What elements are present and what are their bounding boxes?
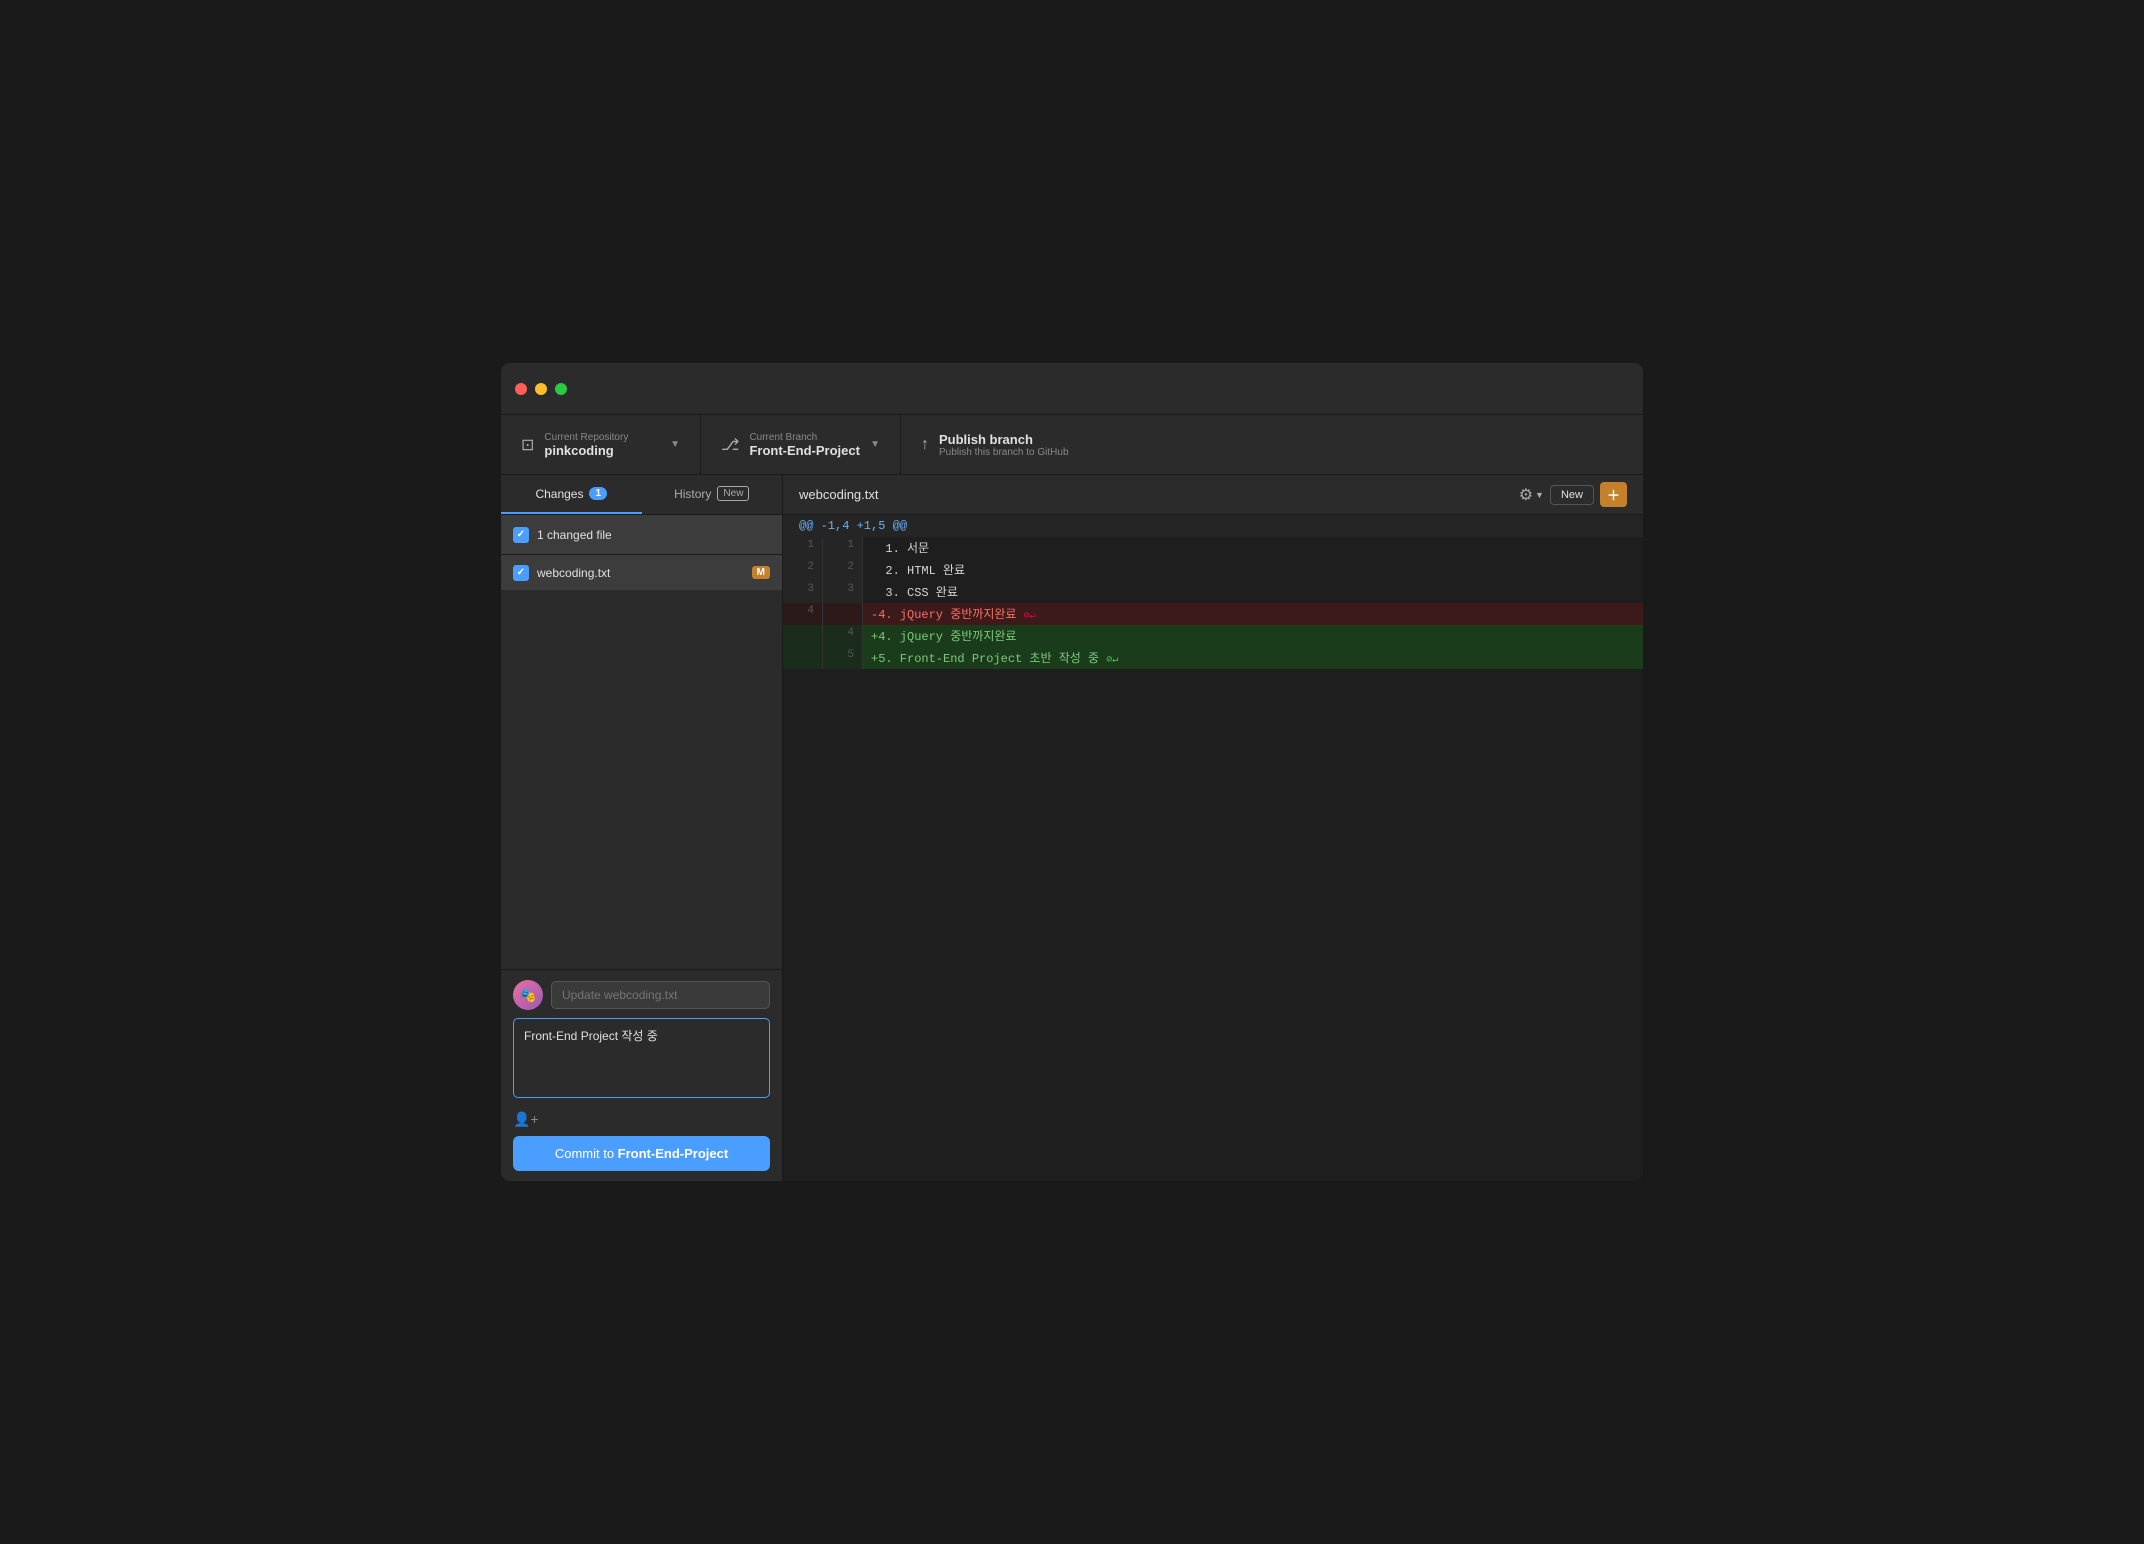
diff-line: 2 2 2. HTML 완료 <box>783 559 1643 581</box>
line-code: -4. jQuery 중반까지완료 ⊘↵ <box>863 603 1643 625</box>
diff-filename: webcoding.txt <box>799 487 879 502</box>
maximize-button[interactable] <box>555 383 567 395</box>
line-code: 2. HTML 완료 <box>863 559 1643 581</box>
settings-button[interactable]: ⚙ ▼ <box>1519 485 1544 505</box>
diff-header: webcoding.txt ⚙ ▼ New ＋ <box>783 475 1643 515</box>
settings-icon: ⚙ <box>1519 485 1533 505</box>
diff-line-added: 5 +5. Front-End Project 초반 작성 중 ⊘↵ <box>783 647 1643 669</box>
select-all-checkbox[interactable] <box>513 527 529 543</box>
diff-hunk-header: @@ -1,4 +1,5 @@ <box>783 515 1643 537</box>
new-line-num: 2 <box>823 559 863 581</box>
diff-line-removed: 4 -4. jQuery 중반까지완료 ⊘↵ <box>783 603 1643 625</box>
old-line-num: 4 <box>783 603 823 625</box>
minimize-button[interactable] <box>535 383 547 395</box>
old-line-num: 1 <box>783 537 823 559</box>
branch-dropdown-arrow: ▼ <box>870 439 880 450</box>
repository-label: Current Repository <box>544 432 628 443</box>
commit-button-prefix: Commit to <box>555 1146 618 1161</box>
commit-button-branch: Front-End-Project <box>618 1146 729 1161</box>
publish-subtitle: Publish this branch to GitHub <box>939 447 1069 458</box>
commit-footer: 👤+ <box>513 1111 770 1128</box>
commit-area: 🎭 Front-End Project 작성 중 👤+ Commit to Fr… <box>501 969 782 1181</box>
branch-icon: ⎇ <box>721 435 739 455</box>
commit-title-input[interactable] <box>551 981 770 1009</box>
tab-history-label: History <box>674 487 711 501</box>
sidebar: Changes 1 History New 1 changed file web… <box>501 475 783 1181</box>
repository-selector[interactable]: ⊡ Current Repository pinkcoding ▼ <box>501 415 701 474</box>
avatar: 🎭 <box>513 980 543 1010</box>
branch-text: Current Branch Front-End-Project <box>749 432 860 458</box>
diff-actions: ⚙ ▼ New ＋ <box>1519 482 1627 507</box>
new-line-num: 4 <box>823 625 863 647</box>
diff-panel: webcoding.txt ⚙ ▼ New ＋ @@ -1,4 +1,5 @@ <box>783 475 1643 1181</box>
repository-name: pinkcoding <box>544 443 628 458</box>
commit-button[interactable]: Commit to Front-End-Project <box>513 1136 770 1171</box>
tab-changes[interactable]: Changes 1 <box>501 475 642 514</box>
changed-files-label: 1 changed file <box>537 528 612 542</box>
top-bar: ⊡ Current Repository pinkcoding ▼ ⎇ Curr… <box>501 415 1643 475</box>
new-line-num: 3 <box>823 581 863 603</box>
sidebar-tabs: Changes 1 History New <box>501 475 782 515</box>
changes-badge: 1 <box>589 487 607 500</box>
diff-content: @@ -1,4 +1,5 @@ 1 1 1. 서문 2 2 2. HTML 완료… <box>783 515 1643 1181</box>
main-content: Changes 1 History New 1 changed file web… <box>501 475 1643 1181</box>
tab-history[interactable]: History New <box>642 475 783 514</box>
repository-text: Current Repository pinkcoding <box>544 432 628 458</box>
line-code: 3. CSS 완료 <box>863 581 1643 603</box>
old-line-num: 3 <box>783 581 823 603</box>
line-code: +5. Front-End Project 초반 작성 중 ⊘↵ <box>863 647 1643 669</box>
old-line-num: 2 <box>783 559 823 581</box>
commit-description-textarea[interactable]: Front-End Project 작성 중 <box>513 1018 770 1098</box>
add-coauthor-button[interactable]: 👤+ <box>513 1111 539 1128</box>
file-checkbox[interactable] <box>513 565 529 581</box>
file-item[interactable]: webcoding.txt M <box>501 555 782 591</box>
diff-line: 1 1 1. 서문 <box>783 537 1643 559</box>
publish-title: Publish branch <box>939 432 1069 447</box>
line-code: 1. 서문 <box>863 537 1643 559</box>
old-line-num-empty <box>783 647 823 669</box>
repository-dropdown-arrow: ▼ <box>670 439 680 450</box>
old-line-num-empty <box>783 625 823 647</box>
branch-label: Current Branch <box>749 432 860 443</box>
plus-button[interactable]: ＋ <box>1600 482 1627 507</box>
changed-files-header: 1 changed file <box>501 515 782 555</box>
file-name: webcoding.txt <box>537 566 744 580</box>
tab-changes-label: Changes <box>535 487 583 501</box>
repository-icon: ⊡ <box>521 435 534 455</box>
diff-line-added: 4 +4. jQuery 중반까지완료 <box>783 625 1643 647</box>
coauthor-icon: 👤+ <box>513 1111 539 1128</box>
new-line-num-empty <box>823 603 863 625</box>
close-button[interactable] <box>515 383 527 395</box>
branch-name: Front-End-Project <box>749 443 860 458</box>
file-status-badge: M <box>752 566 770 579</box>
publish-text: Publish branch Publish this branch to Gi… <box>939 432 1069 458</box>
history-badge: New <box>717 486 749 501</box>
publish-section[interactable]: ↑ Publish branch Publish this branch to … <box>901 415 1643 474</box>
new-button[interactable]: New <box>1550 485 1594 505</box>
commit-input-row: 🎭 <box>513 980 770 1010</box>
branch-selector[interactable]: ⎇ Current Branch Front-End-Project ▼ <box>701 415 901 474</box>
file-list: webcoding.txt M <box>501 555 782 969</box>
new-line-num: 5 <box>823 647 863 669</box>
settings-dropdown-arrow: ▼ <box>1535 490 1544 500</box>
title-bar <box>501 363 1643 415</box>
app-window: ⊡ Current Repository pinkcoding ▼ ⎇ Curr… <box>500 362 1644 1182</box>
publish-icon: ↑ <box>921 436 929 454</box>
diff-line: 3 3 3. CSS 완료 <box>783 581 1643 603</box>
line-code: +4. jQuery 중반까지완료 <box>863 625 1643 647</box>
new-line-num: 1 <box>823 537 863 559</box>
